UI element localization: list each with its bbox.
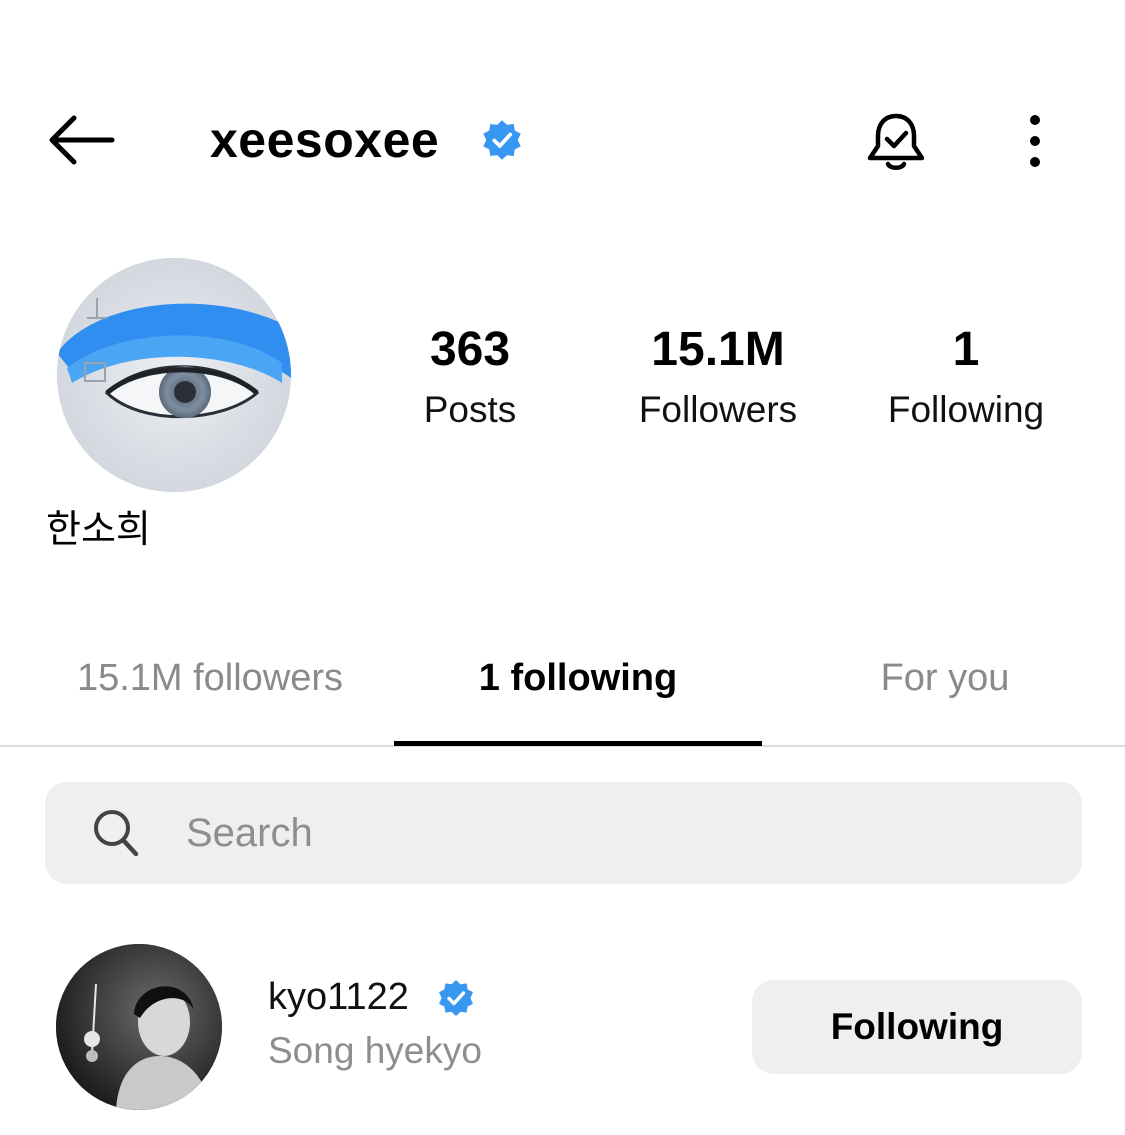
profile-display-name: 한소희 xyxy=(46,507,151,551)
following-count: 1 xyxy=(952,323,980,376)
more-vertical-icon xyxy=(1030,115,1040,167)
verified-badge-icon xyxy=(436,978,476,1018)
list-item-full-name: Song hyekyo xyxy=(268,1030,482,1071)
following-label: Following xyxy=(887,389,1045,430)
tab-followers[interactable]: 15.1M followers xyxy=(40,650,380,706)
followers-label: Followers xyxy=(638,389,798,430)
followers-count: 15.1M xyxy=(651,323,785,376)
posts-label: Posts xyxy=(423,389,517,430)
back-button[interactable] xyxy=(44,108,118,172)
profile-avatar[interactable] xyxy=(57,258,291,492)
active-tab-indicator xyxy=(394,741,762,746)
more-options-button[interactable] xyxy=(1010,108,1060,174)
list-item-username[interactable]: kyo1122 xyxy=(268,970,409,1024)
search-icon xyxy=(90,806,142,860)
posts-count: 363 xyxy=(429,323,511,376)
bell-check-icon xyxy=(867,113,925,170)
avatar[interactable] xyxy=(56,944,222,1110)
following-button[interactable]: Following xyxy=(752,980,1082,1074)
posts-stat[interactable]: 363 Posts xyxy=(400,318,540,438)
tab-following[interactable]: 1 following xyxy=(395,650,761,706)
notifications-button[interactable] xyxy=(860,106,932,178)
followers-stat[interactable]: 15.1M Followers xyxy=(616,318,820,438)
search-input[interactable] xyxy=(186,800,1046,866)
verified-badge-icon xyxy=(480,118,524,162)
tab-for-you[interactable]: For you xyxy=(830,650,1060,706)
arrow-left-icon xyxy=(49,115,115,165)
following-stat[interactable]: 1 Following xyxy=(866,318,1066,438)
profile-username: xeesoxee xyxy=(210,112,440,168)
